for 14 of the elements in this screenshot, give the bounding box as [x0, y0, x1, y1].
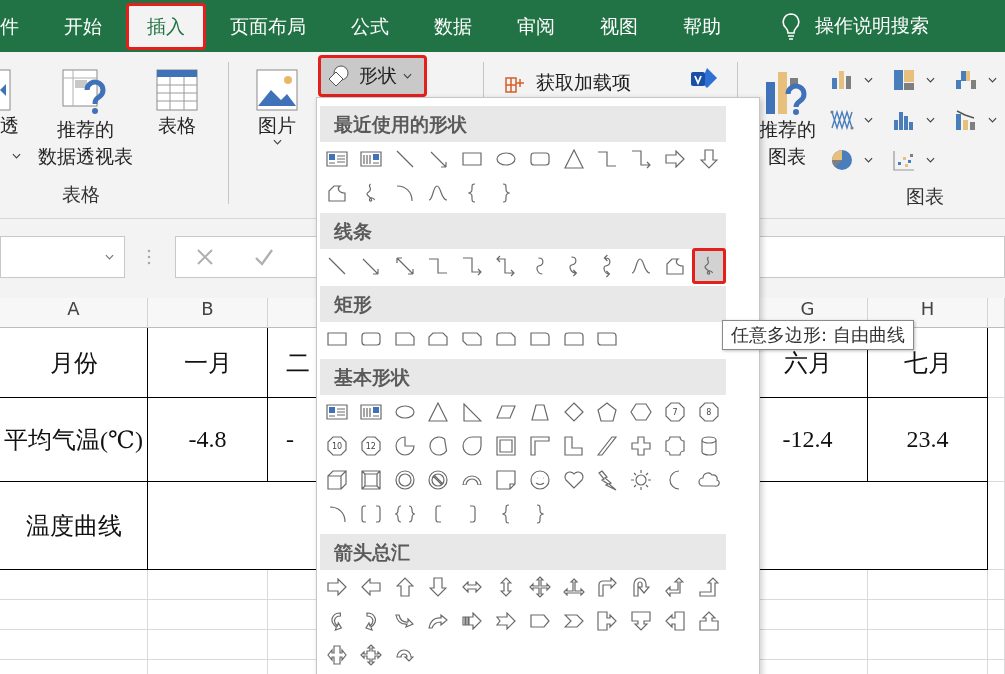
- table-cell: 平均气温(℃): [0, 398, 148, 482]
- tooltip: 任意多边形: 自由曲线: [722, 320, 914, 350]
- table-cell: 温度曲线: [0, 482, 148, 570]
- table-cell: 23.4: [868, 398, 988, 482]
- section-header: 线条: [320, 213, 726, 249]
- section-header: 箭头总汇: [320, 534, 726, 570]
- group-label: 表格: [61, 182, 101, 207]
- table-cell: -4.8: [148, 398, 268, 482]
- section-header: 基本形状: [320, 359, 726, 395]
- section-header: 矩形: [320, 286, 726, 322]
- table-cell: 一月: [148, 328, 268, 398]
- table-cell: 月份: [0, 328, 148, 398]
- group-label: 图表: [905, 184, 945, 209]
- section-header: 最近使用的形状: [320, 106, 726, 142]
